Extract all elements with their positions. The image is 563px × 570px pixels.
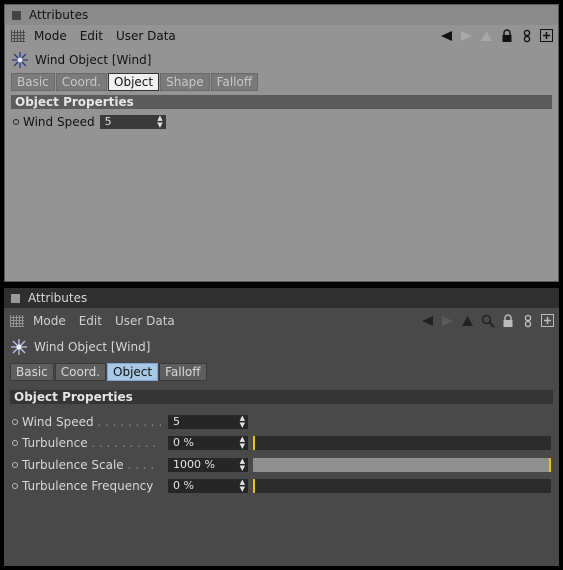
animation-dot-icon[interactable] [13, 119, 19, 125]
stepper-arrows-icon[interactable]: ▲ ▼ [240, 458, 245, 472]
param-label: Turbulence [22, 436, 88, 450]
wind-object-icon [10, 338, 28, 356]
object-header: Wind Object [Wind] [10, 338, 150, 356]
slider-fill [253, 458, 551, 472]
lock-icon[interactable] [500, 313, 515, 328]
turbulence-scale-slider[interactable] [253, 458, 551, 472]
param-turbulence-scale: Turbulence Scale . . . . 1000 % ▲ ▼ [12, 456, 555, 474]
tab-shape[interactable]: Shape [160, 73, 210, 91]
param-label-wrap: Turbulence Frequency [22, 479, 168, 493]
title-bar[interactable]: Attributes [5, 5, 558, 25]
menu-edit[interactable]: Edit [80, 29, 103, 43]
param-label-wrap: Turbulence Scale . . . . [22, 458, 155, 472]
tab-basic[interactable]: Basic [10, 363, 54, 381]
panel-title: Attributes [28, 291, 88, 305]
panel-menu-icon[interactable] [12, 10, 21, 20]
new-panel-icon[interactable] [539, 28, 554, 43]
up-arrow-icon[interactable] [460, 313, 475, 328]
new-panel-icon[interactable] [540, 313, 555, 328]
slider-handle[interactable] [253, 479, 255, 493]
tab-coord[interactable]: Coord. [55, 73, 107, 91]
up-arrow-icon[interactable] [479, 28, 494, 43]
animation-dot-icon[interactable] [12, 419, 18, 425]
param-label-wrap: Wind Speed . . . . . . . . . [22, 415, 163, 429]
forward-arrow-icon[interactable] [440, 313, 455, 328]
back-arrow-icon[interactable] [420, 313, 435, 328]
attributes-panel-top: Attributes Mode Edit User Data Wind Obje… [4, 4, 559, 282]
field-value: 0 % [173, 436, 194, 449]
param-label: Turbulence Frequency [22, 479, 154, 493]
object-header: Wind Object [Wind] [11, 51, 151, 69]
wind-speed-input[interactable]: 5 ▲ ▼ [99, 115, 166, 129]
field-value: 0 % [173, 479, 194, 492]
param-turbulence-frequency: Turbulence Frequency 0 % ▲ ▼ [12, 477, 555, 495]
tab-basic[interactable]: Basic [11, 73, 55, 91]
attributes-panel-bottom: Attributes Mode Edit User Data Wind Obje… [4, 288, 559, 566]
menu-mode[interactable]: Mode [34, 29, 67, 43]
turbulence-slider[interactable] [253, 436, 551, 450]
tab-coord[interactable]: Coord. [54, 363, 106, 381]
panel-title: Attributes [29, 8, 89, 22]
stepper-arrows-icon[interactable]: ▲ ▼ [240, 436, 245, 450]
section-header: Object Properties [11, 95, 552, 109]
turbulence-frequency-input[interactable]: 0 % ▲ ▼ [168, 479, 248, 493]
menu-bar: Mode Edit User Data [5, 25, 558, 46]
slider-handle[interactable] [549, 458, 551, 472]
stepper-arrows-icon[interactable]: ▲ ▼ [240, 415, 245, 429]
tab-bar: Basic Coord. Object Falloff [10, 363, 208, 381]
link-icon[interactable] [519, 28, 534, 43]
stepper-arrows-icon[interactable]: ▲ ▼ [240, 479, 245, 493]
tab-bar: Basic Coord. Object Shape Falloff [11, 73, 259, 91]
menu-mode[interactable]: Mode [33, 314, 66, 328]
menu-user-data[interactable]: User Data [115, 314, 175, 328]
param-wind-speed: Wind Speed 5 ▲ ▼ [13, 113, 554, 131]
param-label: Wind Speed [22, 415, 94, 429]
grip-icon[interactable] [11, 29, 25, 42]
param-turbulence: Turbulence . . . . . . . . . 0 % ▲ ▼ [12, 434, 555, 452]
slider-handle[interactable] [253, 436, 255, 450]
grip-icon[interactable] [10, 314, 24, 327]
tab-object[interactable]: Object [107, 363, 159, 381]
animation-dot-icon[interactable] [12, 483, 18, 489]
menu-bar: Mode Edit User Data [4, 310, 559, 331]
object-name: Wind Object [Wind] [35, 53, 152, 67]
param-label: Turbulence Scale [22, 458, 124, 472]
lock-icon[interactable] [499, 28, 514, 43]
param-label: Wind Speed [23, 115, 95, 129]
search-icon[interactable] [480, 313, 495, 328]
field-value: 5 [104, 115, 112, 128]
turbulence-input[interactable]: 0 % ▲ ▼ [168, 436, 248, 450]
panel-menu-icon[interactable] [11, 293, 20, 303]
menu-user-data[interactable]: User Data [116, 29, 176, 43]
tab-falloff[interactable]: Falloff [210, 73, 259, 91]
param-label-wrap: Turbulence . . . . . . . . . [22, 436, 157, 450]
object-name: Wind Object [Wind] [34, 340, 151, 354]
title-bar[interactable]: Attributes [4, 288, 559, 308]
section-header: Object Properties [10, 390, 553, 404]
forward-arrow-icon[interactable] [459, 28, 474, 43]
field-value: 5 [173, 415, 180, 428]
animation-dot-icon[interactable] [12, 440, 18, 446]
menu-edit[interactable]: Edit [79, 314, 102, 328]
wind-object-icon [11, 51, 29, 69]
tab-falloff[interactable]: Falloff [159, 363, 207, 381]
field-value: 1000 % [173, 458, 215, 471]
param-wind-speed: Wind Speed . . . . . . . . . 5 ▲ ▼ [12, 413, 555, 431]
turbulence-scale-input[interactable]: 1000 % ▲ ▼ [168, 458, 248, 472]
tab-object[interactable]: Object [108, 73, 160, 91]
turbulence-frequency-slider[interactable] [253, 479, 551, 493]
link-icon[interactable] [520, 313, 535, 328]
stepper-arrows-icon[interactable]: ▲ ▼ [157, 115, 162, 129]
back-arrow-icon[interactable] [439, 28, 454, 43]
wind-speed-input[interactable]: 5 ▲ ▼ [168, 415, 248, 429]
animation-dot-icon[interactable] [12, 462, 18, 468]
